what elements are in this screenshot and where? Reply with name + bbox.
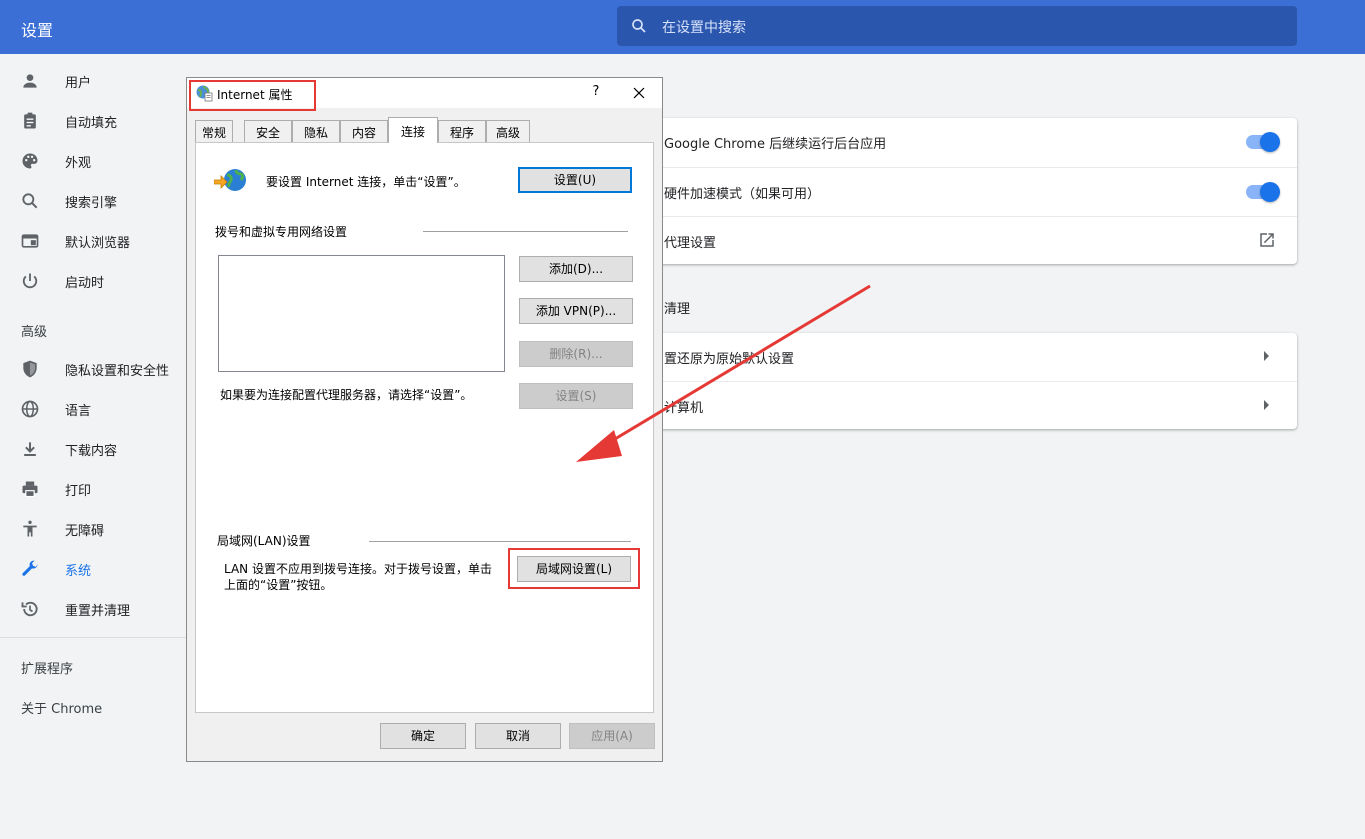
setup-instructions: 要设置 Internet 连接，单击“设置”。 [266, 175, 466, 189]
tab-security[interactable]: 安全 [244, 120, 292, 142]
printer-icon [22, 481, 38, 498]
settings-search-box[interactable]: 在设置中搜索 [617, 6, 1297, 46]
sidebar-item-label: 下载内容 [65, 444, 118, 459]
open-in-new-icon[interactable] [1258, 231, 1276, 249]
system-settings-card: Google Chrome 后继续运行后台应用 硬件加速模式（如果可用） 代理设… [640, 118, 1297, 264]
sidebar-advanced-heading[interactable]: 高级 [21, 321, 47, 340]
download-icon [24, 442, 36, 456]
tab-connections[interactable]: 连接 [388, 117, 438, 143]
tab-privacy[interactable]: 隐私 [292, 120, 340, 142]
clipboard-icon [24, 112, 36, 129]
annotation-arrow [576, 284, 871, 462]
cancel-button[interactable]: 取消 [475, 723, 561, 749]
sidebar-item-languages[interactable]: 语言 [0, 389, 186, 429]
setup-button[interactable]: 设置(U) [518, 167, 632, 193]
help-button[interactable]: ? [589, 84, 603, 99]
toggle-knob [1260, 182, 1280, 202]
add-connection-button[interactable]: 添加(D)... [519, 256, 633, 282]
group-separator [369, 541, 631, 542]
sidebar-item-printing[interactable]: 打印 [0, 469, 186, 509]
tab-general[interactable]: 常规 [195, 120, 233, 142]
proxy-instructions: 如果要为连接配置代理服务器，请选择“设置”。 [220, 388, 473, 402]
connections-listbox[interactable] [218, 255, 505, 372]
sidebar-item-label: 语言 [65, 404, 92, 419]
search-input[interactable]: 在设置中搜索 [662, 17, 746, 37]
internet-setup-icon [214, 169, 246, 191]
sidebar-item-label: 重置并清理 [65, 604, 131, 619]
accessibility-icon [23, 520, 37, 537]
sidebar-item-reset[interactable]: 重置并清理 [0, 589, 186, 629]
sidebar-item-user[interactable]: 用户 [0, 61, 186, 101]
title-highlight-box [189, 80, 316, 111]
person-icon [23, 74, 37, 88]
sidebar-item-label: 用户 [65, 76, 92, 91]
lan-description-line2: 上面的“设置”按钮。 [224, 578, 333, 592]
wrench-icon [22, 560, 38, 576]
sidebar-item-on-startup[interactable]: 启动时 [0, 261, 186, 301]
apply-button[interactable]: 应用(A) [569, 723, 655, 749]
lan-button-highlight-box [508, 548, 640, 589]
lan-description-line1: LAN 设置不应用到拨号连接。对于拨号设置，单击 [224, 562, 492, 576]
sidebar-divider [0, 637, 186, 638]
sidebar-item-label: 默认浏览器 [65, 236, 131, 251]
group-separator [423, 231, 628, 232]
sidebar-item-about-chrome[interactable]: 关于 Chrome [21, 698, 102, 717]
sidebar-item-extensions[interactable]: 扩展程序 [21, 658, 73, 677]
background-apps-label: Google Chrome 后继续运行后台应用 [664, 137, 887, 152]
browser-icon [21, 234, 39, 248]
hardware-acceleration-toggle[interactable] [1246, 182, 1280, 202]
chrome-settings-header: 设置 在设置中搜索 [0, 0, 1365, 54]
tab-content[interactable]: 内容 [340, 120, 388, 142]
tab-advanced[interactable]: 高级 [486, 120, 530, 142]
search-icon [632, 19, 646, 33]
sidebar-item-label: 搜索引擎 [65, 196, 118, 211]
power-icon [22, 273, 38, 289]
lan-settings-heading: 局域网(LAN)设置 [217, 534, 311, 548]
sidebar-item-search-engine[interactable]: 搜索引擎 [0, 181, 186, 221]
proxy-settings-row[interactable]: 代理设置 [640, 216, 1297, 264]
close-icon[interactable] [631, 85, 647, 101]
background-apps-row[interactable]: Google Chrome 后继续运行后台应用 [640, 118, 1297, 166]
chevron-right-icon [1264, 351, 1269, 361]
sidebar-item-default-browser[interactable]: 默认浏览器 [0, 221, 186, 261]
sidebar-item-label: 隐私设置和安全性 [65, 364, 170, 379]
page-title: 设置 [21, 21, 54, 40]
search-icon [22, 193, 38, 209]
globe-icon [21, 400, 39, 418]
shield-icon [23, 360, 37, 378]
hardware-acceleration-label: 硬件加速模式（如果可用） [664, 187, 821, 202]
settings-sidebar: 用户 自动填充 外观 搜索引擎 默认浏览器 启动时 高级 隐私设置和安全性 语言… [0, 54, 186, 839]
sidebar-item-autofill[interactable]: 自动填充 [0, 101, 186, 141]
background-apps-toggle[interactable] [1246, 132, 1280, 152]
sidebar-item-label: 系统 [65, 564, 92, 579]
palette-icon [22, 153, 38, 169]
ok-button[interactable]: 确定 [380, 723, 466, 749]
hardware-acceleration-row[interactable]: 硬件加速模式（如果可用） [640, 167, 1297, 215]
sidebar-item-accessibility[interactable]: 无障碍 [0, 509, 186, 549]
proxy-settings-label: 代理设置 [664, 236, 717, 251]
sidebar-item-label: 自动填充 [65, 116, 118, 131]
dialup-vpn-heading: 拨号和虚拟专用网络设置 [215, 225, 348, 239]
sidebar-item-label: 无障碍 [65, 524, 105, 539]
toggle-knob [1260, 132, 1280, 152]
sidebar-item-system[interactable]: 系统 [0, 549, 186, 589]
sidebar-item-label: 启动时 [65, 276, 105, 291]
sidebar-item-privacy[interactable]: 隐私设置和安全性 [0, 349, 186, 389]
sidebar-item-appearance[interactable]: 外观 [0, 141, 186, 181]
history-icon [21, 601, 38, 617]
sidebar-item-downloads[interactable]: 下载内容 [0, 429, 186, 469]
sidebar-item-label: 外观 [65, 156, 92, 171]
chevron-right-icon [1264, 400, 1269, 410]
tab-programs[interactable]: 程序 [438, 120, 486, 142]
sidebar-item-label: 打印 [65, 484, 92, 499]
